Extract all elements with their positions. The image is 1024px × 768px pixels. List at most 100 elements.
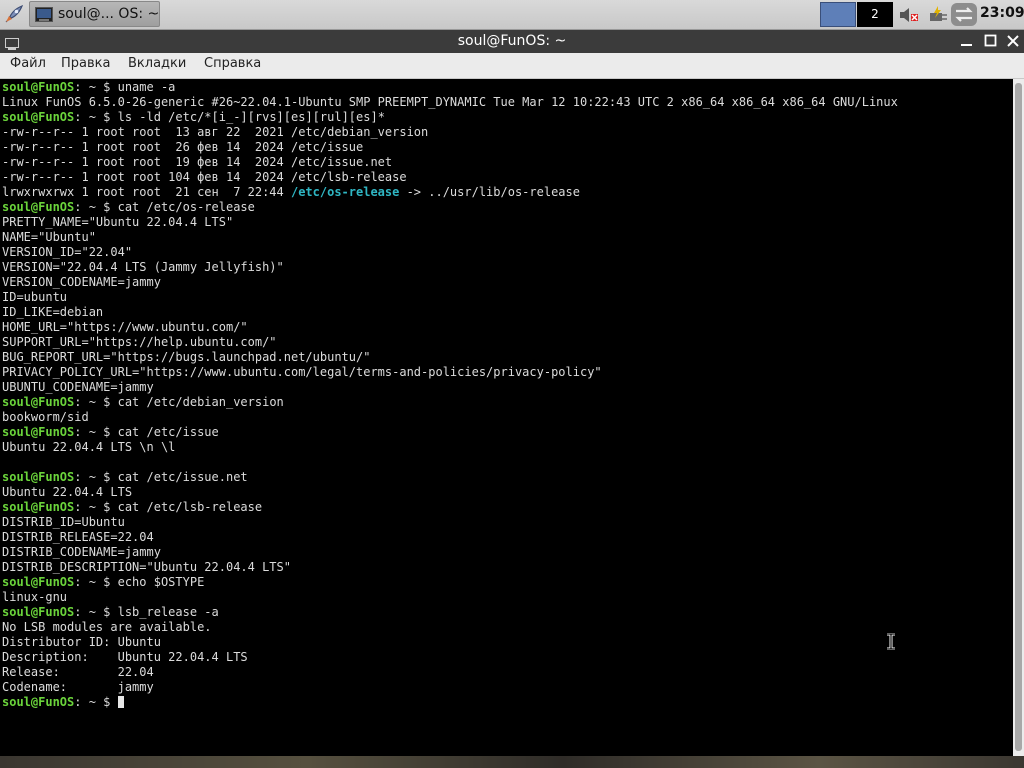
prompt-user-host: soul@FunOS: [2, 80, 75, 94]
terminal-scrollbar[interactable]: [1013, 79, 1024, 756]
output-line: DISTRIB_DESCRIPTION="Ubuntu 22.04.4 LTS": [2, 560, 291, 574]
output-text: -> ../usr/lib/os-release: [399, 185, 580, 199]
minimize-button[interactable]: [959, 33, 975, 49]
maximize-button[interactable]: [983, 33, 999, 49]
command-text: cat /etc/debian_version: [117, 395, 284, 409]
prompt-line: soul@FunOS: ~ $ cat /etc/debian_version: [2, 395, 284, 410]
output-line: Linux FunOS 6.5.0-26-generic #26~22.04.1…: [2, 95, 898, 109]
output-line: Release: 22.04: [2, 665, 154, 679]
window-titlebar[interactable]: soul@FunOS: ~: [0, 30, 1024, 53]
output-line: -rw-r--r-- 1 root root 13 авг 22 2021 /e…: [2, 125, 429, 139]
menu-file[interactable]: Файл: [10, 56, 46, 71]
scrollbar-thumb[interactable]: [1015, 83, 1022, 751]
prompt-suffix: : ~ $: [74, 470, 118, 484]
output-line: lrwxrwxrwx 1 root root 21 сен 7 22:44 /e…: [2, 185, 580, 200]
output-line: ID=ubuntu: [2, 290, 68, 304]
output-line: Distributor ID: Ubuntu: [2, 635, 161, 649]
prompt-user-host: soul@FunOS: [2, 605, 75, 619]
prompt-line: soul@FunOS: ~ $ cat /etc/lsb-release: [2, 500, 262, 515]
command-text: echo $OSTYPE: [117, 575, 205, 589]
prompt-user-host: soul@FunOS: [2, 695, 75, 709]
command-text: lsb_release -a: [117, 605, 219, 619]
symlink-name: /etc/os-release: [290, 185, 400, 199]
prompt-line: soul@FunOS: ~ $ echo $OSTYPE: [2, 575, 204, 590]
output-line: Codename: jammy: [2, 680, 154, 694]
output-line: UBUNTU_CODENAME=jammy: [2, 380, 154, 394]
text-cursor-icon: [884, 632, 898, 651]
terminal-output[interactable]: soul@FunOS: ~ $ uname -a Linux FunOS 6.5.…: [0, 79, 1013, 756]
prompt-user-host: soul@FunOS: [2, 110, 75, 124]
terminal-icon: [35, 7, 53, 22]
prompt-suffix: : ~ $: [74, 80, 118, 94]
rocket-icon[interactable]: [2, 2, 26, 26]
terminal-cursor: [117, 696, 124, 708]
menu-edit[interactable]: Правка: [61, 56, 110, 71]
output-line: -rw-r--r-- 1 root root 26 фев 14 2024 /e…: [2, 140, 364, 154]
command-text: cat /etc/os-release: [117, 200, 255, 214]
prompt-line: soul@FunOS: ~ $ cat /etc/os-release: [2, 200, 255, 215]
workspace-2[interactable]: 2: [857, 2, 893, 27]
menu-tabs[interactable]: Вкладки: [128, 56, 186, 71]
output-line: Ubuntu 22.04.4 LTS: [2, 485, 133, 499]
prompt-user-host: soul@FunOS: [2, 470, 75, 484]
command-text: cat /etc/lsb-release: [117, 500, 263, 514]
prompt-line: soul@FunOS: ~ $ cat /etc/issue.net: [2, 470, 248, 485]
output-line: ID_LIKE=debian: [2, 305, 104, 319]
prompt-suffix: : ~ $: [74, 605, 118, 619]
output-line: SUPPORT_URL="https://help.ubuntu.com/": [2, 335, 277, 349]
output-line: -rw-r--r-- 1 root root 104 фев 14 2024 /…: [2, 170, 407, 184]
prompt-suffix: : ~ $: [74, 395, 118, 409]
output-line: BUG_REPORT_URL="https://bugs.launchpad.n…: [2, 350, 371, 364]
output-line: linux-gnu: [2, 590, 68, 604]
output-line: Ubuntu 22.04.4 LTS \n \l: [2, 440, 176, 454]
workspace-1[interactable]: [820, 2, 856, 27]
volume-muted-icon[interactable]: [898, 5, 920, 25]
prompt-user-host: soul@FunOS: [2, 395, 75, 409]
command-text: uname -a: [117, 80, 176, 94]
command-text: ls -ld /etc/*[i_-][rvs][es][rul][es]*: [117, 110, 385, 124]
menu-help[interactable]: Справка: [204, 56, 261, 71]
output-line: No LSB modules are available.: [2, 620, 212, 634]
menu-bar: Файл Правка Вкладки Справка: [0, 53, 1024, 79]
prompt-line: soul@FunOS: ~ $ ls -ld /etc/*[i_-][rvs][…: [2, 110, 385, 125]
close-button[interactable]: [1005, 33, 1021, 49]
prompt-user-host: soul@FunOS: [2, 200, 75, 214]
output-line: VERSION="22.04.4 LTS (Jammy Jellyfish)": [2, 260, 284, 274]
output-line: NAME="Ubuntu": [2, 230, 96, 244]
desktop-wallpaper: [0, 756, 1024, 768]
output-text: lrwxrwxrwx 1 root root 21 сен 7 22:44: [2, 185, 291, 199]
output-line: -rw-r--r-- 1 root root 19 фев 14 2024 /e…: [2, 155, 393, 169]
power-icon[interactable]: [927, 5, 949, 25]
output-line: DISTRIB_CODENAME=jammy: [2, 545, 161, 559]
prompt-user-host: soul@FunOS: [2, 425, 75, 439]
prompt-user-host: soul@FunOS: [2, 575, 75, 589]
prompt-user-host: soul@FunOS: [2, 500, 75, 514]
prompt-suffix: : ~ $: [74, 425, 118, 439]
output-line: DISTRIB_ID=Ubuntu: [2, 515, 125, 529]
prompt-suffix: : ~ $: [74, 110, 118, 124]
prompt-suffix: : ~ $: [74, 695, 118, 709]
prompt-suffix: : ~ $: [74, 200, 118, 214]
output-line: Description: Ubuntu 22.04.4 LTS: [2, 650, 248, 664]
prompt-line: soul@FunOS: ~ $ cat /etc/issue: [2, 425, 219, 440]
command-text: cat /etc/issue: [117, 425, 219, 439]
network-icon[interactable]: [950, 2, 978, 27]
taskbar-terminal-button[interactable]: soul@... OS: ~: [29, 1, 160, 27]
prompt-suffix: : ~ $: [74, 500, 118, 514]
prompt-line: soul@FunOS: ~ $ lsb_release -a: [2, 605, 219, 620]
output-line: PRIVACY_POLICY_URL="https://www.ubuntu.c…: [2, 365, 602, 379]
top-panel: soul@... OS: ~ 2 23:09: [0, 0, 1024, 30]
task-label: soul@... OS: ~: [58, 6, 160, 22]
output-line: HOME_URL="https://www.ubuntu.com/": [2, 320, 248, 334]
output-line: VERSION_CODENAME=jammy: [2, 275, 161, 289]
prompt-suffix: : ~ $: [74, 575, 118, 589]
prompt-line: soul@FunOS: ~ $: [2, 695, 124, 710]
output-line: DISTRIB_RELEASE=22.04: [2, 530, 154, 544]
output-line: PRETTY_NAME="Ubuntu 22.04.4 LTS": [2, 215, 234, 229]
command-text: cat /etc/issue.net: [117, 470, 248, 484]
window-title: soul@FunOS: ~: [457, 33, 567, 49]
clock: 23:09: [980, 5, 1024, 21]
output-line: VERSION_ID="22.04": [2, 245, 133, 259]
output-line: bookworm/sid: [2, 410, 89, 424]
prompt-line: soul@FunOS: ~ $ uname -a: [2, 80, 175, 95]
